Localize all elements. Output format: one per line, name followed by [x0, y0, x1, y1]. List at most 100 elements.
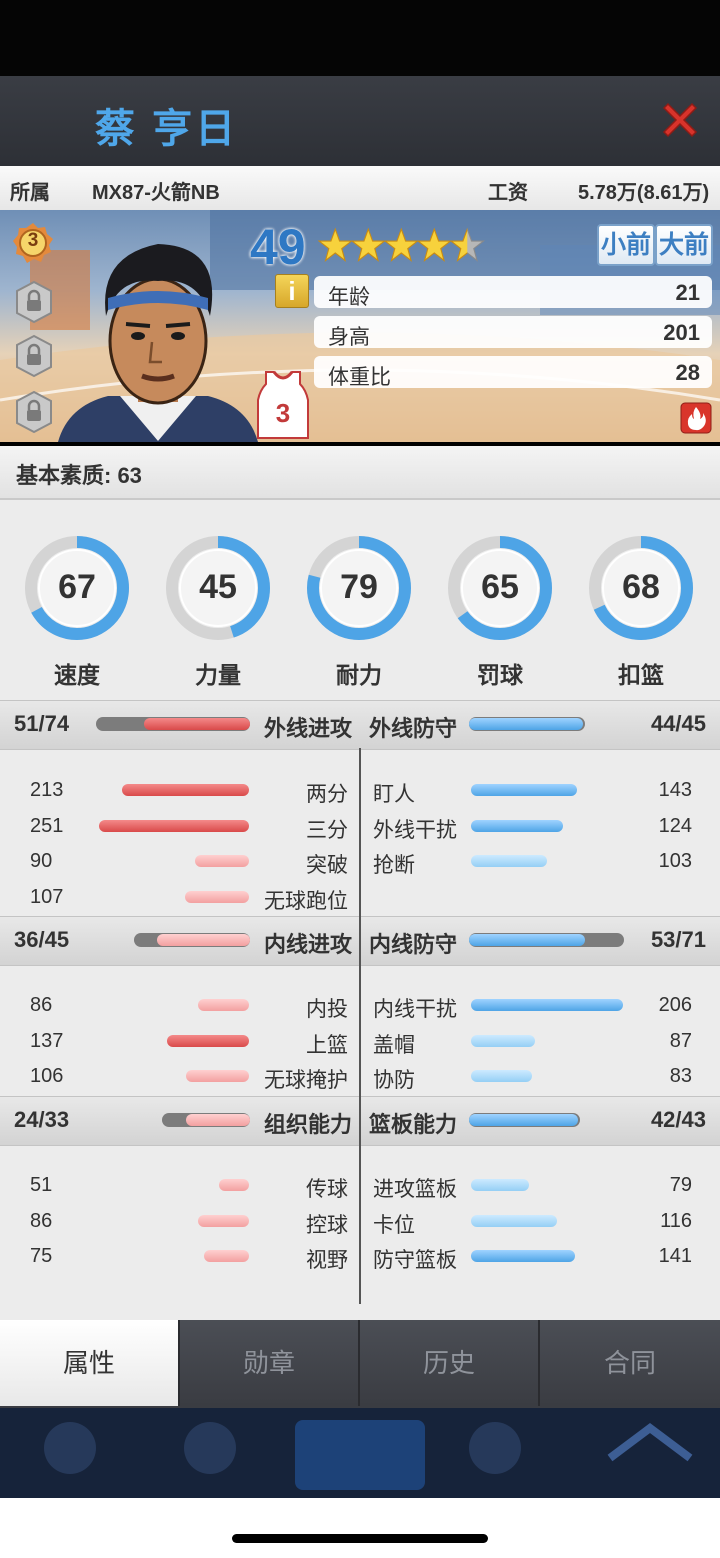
- left-stat-bar: [167, 1034, 249, 1047]
- position-tag-pf: 大前: [655, 224, 713, 266]
- left-stat-value: 86: [30, 1209, 53, 1232]
- star-icon: [416, 227, 453, 262]
- section-bar-fill: [469, 1114, 578, 1126]
- left-stat-label: 无球掩护: [264, 1069, 348, 1092]
- right-stat-label: 进攻篮板: [373, 1178, 457, 1201]
- left-section-title: 内线进攻: [264, 932, 353, 957]
- left-stat-label: 控球: [306, 1213, 348, 1237]
- left-stat-bar: [99, 819, 249, 832]
- team-name: MX87-火箭NB: [92, 182, 220, 204]
- right-stat-value: 79: [669, 1174, 692, 1196]
- attribute-ring-value: 79: [340, 568, 378, 606]
- right-section-title: 内线防守: [369, 932, 458, 957]
- left-stat-label: 三分: [306, 818, 348, 842]
- player-rating: 49: [250, 219, 306, 275]
- jersey-number: 3: [275, 398, 291, 428]
- right-stat-label: 防守篮板: [373, 1249, 457, 1272]
- right-stat-bar: [471, 819, 563, 832]
- position-tag-sf: 小前: [597, 224, 655, 266]
- left-stat-value: 213: [30, 779, 64, 801]
- attribute-ring-label: 速度: [54, 662, 100, 688]
- base-quality: 基本素质: 63: [16, 463, 142, 488]
- right-stat-label: 盯人: [373, 783, 415, 806]
- tab-attributes[interactable]: 属性: [0, 1320, 180, 1406]
- left-stat-bar: [197, 999, 249, 1011]
- right-section-title: 篮板能力: [369, 1112, 458, 1137]
- left-stat-label: 无球跑位: [264, 889, 348, 913]
- right-stat-bar: [471, 1034, 536, 1047]
- right-section-title: 外线防守: [369, 716, 458, 741]
- right-stat-label: 外线干扰: [373, 818, 457, 842]
- left-stat-label: 内投: [306, 998, 348, 1021]
- tab-history[interactable]: 历史: [360, 1320, 540, 1406]
- team-label: 所属: [10, 182, 50, 204]
- bio-value: 201: [663, 320, 700, 345]
- right-stat-value: 103: [658, 850, 692, 872]
- right-stat-bar: [471, 1250, 576, 1262]
- right-stat-label: 协防: [373, 1069, 415, 1092]
- left-stat-label: 突破: [306, 854, 348, 877]
- salary-value: 5.78万(8.61万): [578, 182, 710, 204]
- tab-medals[interactable]: 勋章: [180, 1320, 360, 1406]
- player-avatar: [58, 244, 258, 442]
- right-stat-bar: [471, 1179, 530, 1191]
- left-section-score: 51/74: [14, 711, 70, 736]
- right-stat-label: 抢断: [373, 854, 415, 877]
- bio-value: 21: [675, 280, 700, 305]
- salary-label: 工资: [488, 182, 528, 204]
- attribute-ring-value: 67: [58, 568, 96, 606]
- section-bar-fill: [157, 934, 250, 946]
- left-stat-bar: [218, 1179, 249, 1191]
- left-stat-bar: [204, 1250, 249, 1262]
- attribute-ring-value: 45: [199, 568, 237, 606]
- right-section-score: 42/43: [650, 1107, 706, 1132]
- right-section-score: 53/71: [650, 927, 706, 952]
- right-stat-bar: [471, 1214, 557, 1227]
- left-stat-bar: [197, 1214, 249, 1227]
- right-stat-bar: [471, 999, 624, 1011]
- bio-label: 年龄: [328, 286, 370, 309]
- player-name: 蔡 亨日: [95, 107, 239, 151]
- left-stat-value: 75: [30, 1245, 53, 1267]
- right-stat-label: 盖帽: [373, 1033, 415, 1057]
- lock-icon[interactable]: [14, 390, 54, 434]
- level-badge-number: 3: [27, 230, 39, 251]
- fire-icon[interactable]: [680, 402, 712, 434]
- column-divider: [359, 748, 361, 1304]
- close-icon[interactable]: [658, 98, 702, 142]
- right-section-score: 44/45: [650, 711, 706, 736]
- section-bar-fill: [469, 718, 583, 730]
- left-stat-value: 137: [30, 1029, 64, 1052]
- star-icon: [449, 227, 486, 262]
- section-bar-fill: [185, 1114, 250, 1126]
- bio-label: 体重比: [328, 366, 391, 389]
- home-indicator[interactable]: [232, 1534, 488, 1543]
- section-bar-fill: [469, 934, 586, 946]
- home-indicator-area: [0, 1498, 720, 1558]
- right-stat-value: 87: [669, 1029, 692, 1052]
- left-stat-label: 上篮: [306, 1033, 348, 1057]
- info-icon[interactable]: i: [275, 274, 309, 308]
- attribute-ring-label: 力量: [195, 662, 241, 688]
- attribute-ring-value: 65: [481, 568, 519, 606]
- left-stat-value: 107: [30, 885, 64, 908]
- star-icon: [318, 227, 354, 262]
- right-stat-bar: [471, 1070, 533, 1082]
- right-stat-value: 141: [658, 1245, 692, 1267]
- background-dock: [0, 1408, 720, 1498]
- left-stat-value: 251: [30, 814, 64, 837]
- left-section-score: 24/33: [14, 1107, 70, 1132]
- attribute-ring-value: 68: [622, 568, 660, 606]
- left-stat-bar: [185, 890, 249, 903]
- lock-icon[interactable]: [14, 334, 54, 378]
- bio-value: 28: [675, 360, 700, 385]
- lock-icon[interactable]: [14, 280, 54, 324]
- left-section-title: 组织能力: [264, 1112, 353, 1137]
- star-rating: [318, 227, 486, 262]
- attribute-ring-label: 耐力: [336, 662, 382, 688]
- left-stat-label: 视野: [306, 1249, 348, 1272]
- left-stat-bar: [185, 1070, 249, 1082]
- left-stat-bar: [195, 855, 249, 867]
- tab-contract[interactable]: 合同: [540, 1320, 720, 1406]
- left-stat-bar: [122, 784, 249, 796]
